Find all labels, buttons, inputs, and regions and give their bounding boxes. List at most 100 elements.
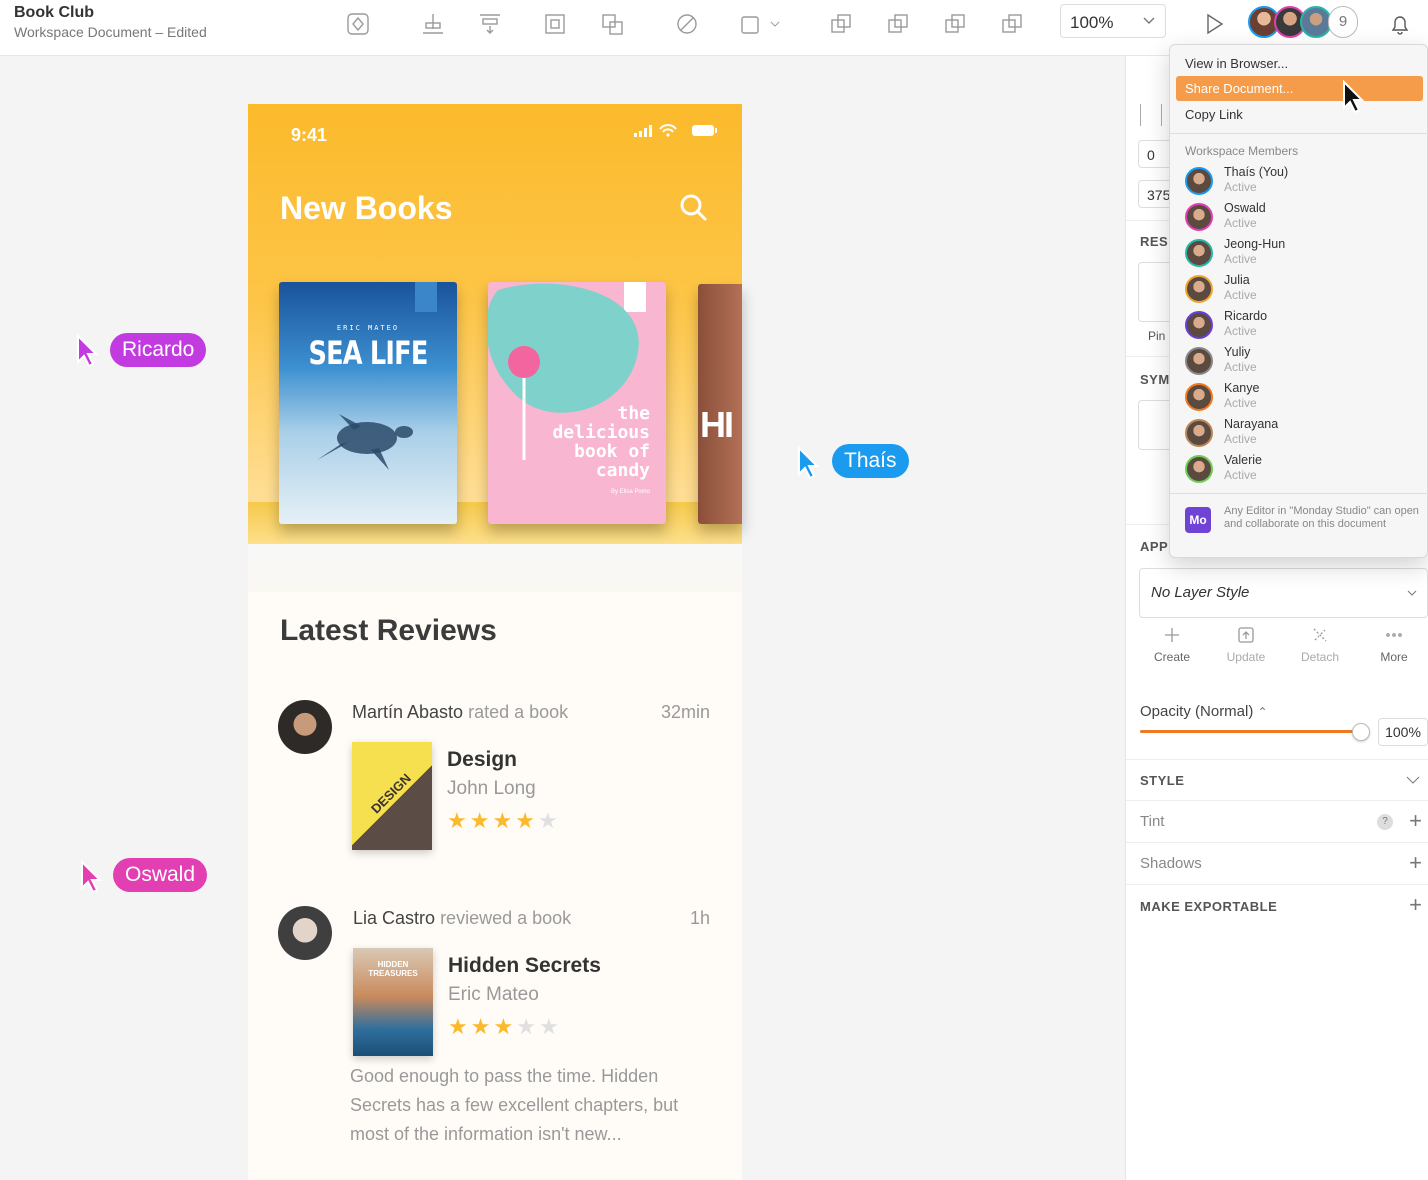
collaborator-tag-thais: Thaís [832,444,909,478]
artboard-new-books[interactable]: 9:41 New Books ERIC MATEO SEA LIFE the d… [248,104,742,1180]
turtle-illustration [317,414,413,470]
frame-icon[interactable] [737,10,765,38]
zoom-select[interactable]: 100% [1060,4,1166,38]
search-icon[interactable] [678,192,708,227]
create-symbol-icon[interactable] [344,10,372,38]
more-icon [1386,633,1402,637]
difference-icon[interactable] [998,10,1026,38]
book-cover-design[interactable]: DESIGN [352,742,432,850]
review-time: 1h [689,908,710,928]
book-cover-partial[interactable]: HI [698,284,742,524]
avatar [1185,455,1213,483]
stepper-icon: ⌃ [1257,705,1268,719]
member-name: Kanye [1224,381,1260,395]
subtract-icon[interactable] [884,10,912,38]
book-title: SEA LIFE [308,334,428,372]
document-subtitle: Workspace Document – Edited [14,24,207,40]
intersect-icon[interactable] [941,10,969,38]
layer-style-select[interactable]: No Layer Style [1139,568,1428,618]
style-label: STYLE [1140,773,1185,788]
collaborator-tag-oswald: Oswald [113,858,208,892]
star-filled-icon: ★ [493,1014,517,1039]
divider [1170,493,1428,494]
more-button[interactable]: More [1357,626,1428,664]
star-rating: ★★★★★ [448,1014,562,1040]
member-count-badge: 9 [1328,6,1358,38]
member-row[interactable]: Thaís (You) Active [1185,165,1425,201]
member-row[interactable]: Valerie Active [1185,453,1425,489]
create-style-button[interactable]: Create [1135,626,1209,664]
union-icon[interactable] [827,10,855,38]
member-row[interactable]: Julia Active [1185,273,1425,309]
scale-icon[interactable] [598,10,626,38]
chevron-down-icon [1143,17,1155,24]
add-shadow-button[interactable]: + [1409,850,1422,876]
update-style-button[interactable]: Update [1209,626,1283,664]
pin-label: Pin [1148,329,1166,343]
opacity-slider-track[interactable] [1140,730,1362,733]
latest-reviews-section: Latest Reviews Martín Abasto rated a boo… [248,592,742,1180]
detach-style-button[interactable]: Detach [1283,626,1357,664]
cover-text: DESIGN [367,770,414,817]
menu-item-share-document[interactable]: Share Document... [1176,76,1423,101]
member-name: Jeong-Hun [1224,237,1286,251]
book-cover-sea-life[interactable]: ERIC MATEO SEA LIFE [279,282,457,524]
divider [1126,884,1428,885]
studio-badge: Mo [1185,507,1211,533]
collaborator-tag-ricardo: Ricardo [110,333,207,367]
star-rating: ★★★★★ [447,808,561,834]
layer-style-value: No Layer Style [1151,584,1250,601]
avatar [1185,383,1213,411]
status-bar-time: 9:41 [291,125,328,145]
align-bottom-icon[interactable] [419,10,447,38]
ricardo-cursor-icon [77,334,98,368]
menu-item-copy-link[interactable]: Copy Link [1176,102,1423,127]
star-empty-icon: ★ [537,808,561,833]
flatten-icon[interactable] [673,10,701,38]
member-row[interactable]: Narayana Active [1185,417,1425,453]
flip-icon[interactable] [1140,104,1162,126]
help-icon[interactable]: ? [1377,814,1393,830]
member-name: Ricardo [1224,309,1268,323]
opacity-input[interactable]: 100% [1378,718,1428,746]
avatar [1185,347,1213,375]
distribute-icon[interactable] [476,10,504,38]
avatar [1185,203,1213,231]
bell-icon[interactable] [1386,10,1414,38]
book-cover-candy[interactable]: the delicious book of candy By Elisa Pom… [488,282,666,524]
review-action: rated a book [468,702,569,722]
chevron-down-icon[interactable] [765,10,785,38]
member-name: Valerie [1224,453,1262,467]
canvas[interactable]: 9:41 New Books ERIC MATEO SEA LIFE the d… [0,56,1125,1180]
book-cover-hidden-treasures[interactable]: HIDDEN TREASURES [353,948,433,1056]
divider [1170,133,1428,134]
star-filled-icon: ★ [448,1014,471,1039]
preview-play-icon[interactable] [1200,10,1228,38]
avatar [278,700,332,754]
chevron-down-icon[interactable] [1406,775,1420,785]
menu-item-view-in-browser[interactable]: View in Browser... [1176,51,1423,76]
avatar [278,906,332,960]
member-row[interactable]: Ricardo Active [1185,309,1425,345]
thais-cursor-icon [798,446,819,480]
opacity-slider-knob[interactable] [1352,723,1370,741]
mask-icon[interactable] [541,10,569,38]
hero-header: 9:41 New Books ERIC MATEO SEA LIFE the d… [248,104,742,544]
star-filled-icon: ★ [470,1014,494,1039]
divider [1126,759,1428,760]
bookmark-icon [415,282,437,312]
member-status: Active [1224,216,1257,230]
add-tint-button[interactable]: + [1409,808,1422,834]
collaborator-avatars[interactable]: 9 [1248,6,1360,38]
add-export-button[interactable]: + [1409,892,1422,918]
export-label: MAKE EXPORTABLE [1140,899,1278,914]
star-empty-icon: ★ [516,1014,539,1039]
member-row[interactable]: Yuliy Active [1185,345,1425,381]
member-row[interactable]: Jeong-Hun Active [1185,237,1425,273]
member-name: Oswald [1224,201,1266,215]
review-time: 32min [660,702,710,722]
member-row[interactable]: Oswald Active [1185,201,1425,237]
detach-icon [1313,628,1327,642]
member-row[interactable]: Kanye Active [1185,381,1425,417]
opacity-label[interactable]: Opacity (Normal) ⌃ [1140,703,1268,720]
